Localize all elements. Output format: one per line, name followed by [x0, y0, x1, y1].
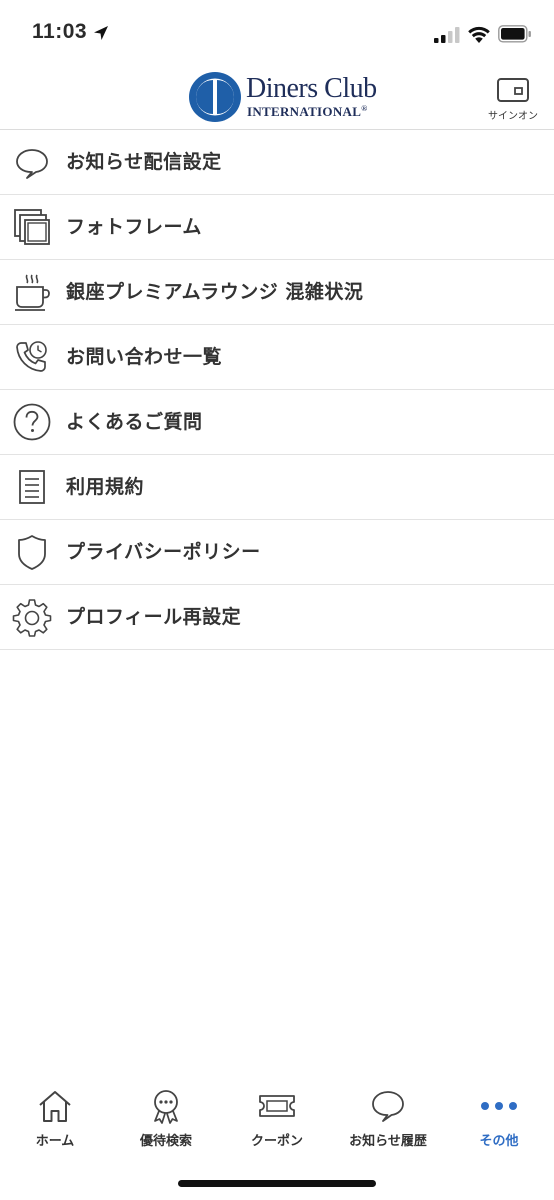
- status-bar: 11:03: [0, 0, 554, 64]
- coffee-cup-icon: [15, 274, 50, 311]
- tab-benefit-search[interactable]: 優待検索: [111, 1080, 221, 1160]
- tab-label: その他: [479, 1134, 519, 1149]
- wifi-icon: [468, 26, 490, 43]
- award-ribbon-icon: [154, 1090, 178, 1124]
- menu-item-label: お知らせ配信設定: [66, 151, 222, 173]
- more-dots-icon: [481, 1102, 517, 1110]
- home-icon: [39, 1091, 71, 1122]
- menu-item-privacy-policy[interactable]: プライバシーポリシー: [0, 520, 554, 585]
- logo-subtitle: INTERNATIONAL®: [247, 104, 368, 119]
- tab-label: ホーム: [35, 1134, 75, 1149]
- logo-wordmark: Diners Club: [246, 73, 377, 104]
- tab-coupon[interactable]: クーポン: [222, 1080, 332, 1160]
- signin-label: サインオン: [488, 111, 538, 122]
- document-icon: [19, 470, 45, 504]
- menu-item-label: 利用規約: [66, 476, 145, 498]
- ticket-icon: [259, 1095, 295, 1117]
- card-icon: [497, 78, 529, 102]
- menu-item-faq[interactable]: よくあるご質問: [0, 390, 554, 455]
- signin-button[interactable]: サインオン: [484, 76, 542, 122]
- menu-item-profile-reset[interactable]: プロフィール再設定: [0, 585, 554, 650]
- tab-label: クーポン: [250, 1134, 303, 1149]
- menu-item-label: プロフィール再設定: [66, 606, 242, 628]
- photo-frame-icon: [14, 209, 50, 245]
- menu-item-inquiries[interactable]: お問い合わせ一覧: [0, 325, 554, 390]
- tab-label: 優待検索: [139, 1134, 192, 1149]
- menu-item-label: 銀座プレミアムラウンジ 混雑状況: [66, 281, 364, 303]
- speech-bubble-icon: [372, 1091, 404, 1122]
- gear-icon: [12, 599, 52, 637]
- tab-more[interactable]: その他: [444, 1080, 554, 1160]
- home-indicator[interactable]: [178, 1180, 376, 1187]
- menu-item-label: プライバシーポリシー: [66, 541, 261, 563]
- menu-item-terms[interactable]: 利用規約: [0, 455, 554, 520]
- diners-club-logo: Diners Club INTERNATIONAL®: [188, 71, 377, 123]
- app-header: Diners Club INTERNATIONAL® サインオン: [0, 64, 554, 130]
- menu-item-lounge-status[interactable]: 銀座プレミアムラウンジ 混雑状況: [0, 260, 554, 325]
- cellular-signal-icon: [434, 27, 460, 43]
- menu-item-label: よくあるご質問: [66, 411, 203, 433]
- diners-club-emblem-icon: [189, 72, 241, 122]
- speech-bubble-icon: [16, 149, 48, 179]
- menu-item-label: フォトフレーム: [66, 216, 202, 238]
- location-arrow-icon: [94, 26, 108, 40]
- shield-icon: [18, 535, 46, 570]
- menu-item-label: お問い合わせ一覧: [66, 346, 223, 368]
- menu-item-notification-settings[interactable]: お知らせ配信設定: [0, 130, 554, 195]
- question-icon: [13, 403, 51, 441]
- phone-clock-icon: [16, 341, 47, 372]
- settings-menu: お知らせ配信設定 フォトフレーム 銀座プレミアムラウンジ 混雑状況 お問い合わせ…: [0, 130, 554, 650]
- tab-notification-history[interactable]: お知らせ履歴: [333, 1080, 443, 1160]
- tab-home[interactable]: ホーム: [0, 1080, 110, 1160]
- tab-label: お知らせ履歴: [349, 1134, 427, 1149]
- battery-icon: [498, 25, 531, 43]
- menu-item-photo-frame[interactable]: フォトフレーム: [0, 195, 554, 260]
- status-time: 11:03: [32, 20, 88, 43]
